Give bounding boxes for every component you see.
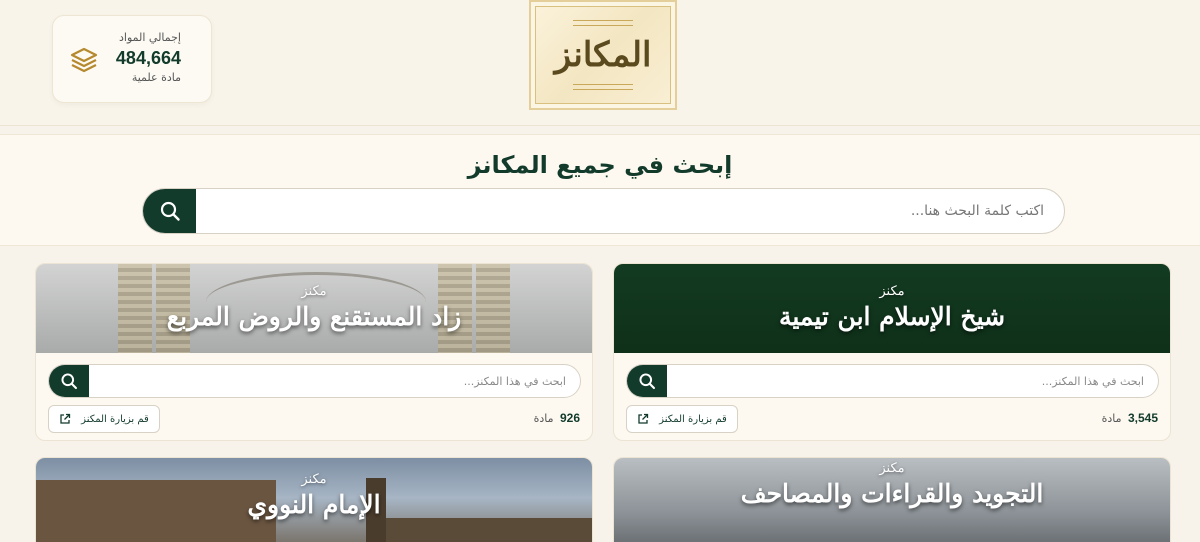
card-banner[interactable]: مكنز الإمام النووي bbox=[36, 458, 592, 542]
item-count: 3,545 مادة bbox=[1102, 411, 1158, 425]
item-count-unit: مادة bbox=[533, 412, 554, 425]
visit-collection-button[interactable]: قم بزيارة المكنز bbox=[626, 405, 738, 433]
item-count-value: 926 bbox=[559, 411, 580, 425]
total-items-card: إجمالي المواد 484,664 مادة علمية bbox=[52, 15, 212, 103]
collection-card-ibn-taymiyya: مكنز شيخ الإسلام ابن تيمية 3,545 مادة قم… bbox=[613, 263, 1171, 441]
external-link-icon bbox=[638, 413, 649, 424]
building-silhouette bbox=[36, 480, 276, 542]
global-search-button[interactable] bbox=[143, 189, 196, 233]
card-title: التجويد والقراءات والمصاحف bbox=[740, 479, 1044, 508]
card-search-button[interactable] bbox=[49, 365, 89, 397]
logo-text: المكانز bbox=[554, 35, 652, 75]
search-title: إبحث في جميع المكانز bbox=[467, 151, 733, 179]
visit-label: قم بزيارة المكنز bbox=[659, 413, 727, 425]
collection-card-imam-nawawi: مكنز الإمام النووي bbox=[35, 457, 593, 542]
search-icon bbox=[61, 373, 78, 390]
logo-ornament-top bbox=[573, 20, 633, 26]
card-footer: 3,545 مادة قم بزيارة المكنز bbox=[626, 405, 1158, 433]
decorative-pillar bbox=[476, 264, 510, 353]
search-icon bbox=[160, 201, 180, 221]
collection-card-tajweed: مكنز التجويد والقراءات والمصاحف bbox=[613, 457, 1171, 542]
stats-label: إجمالي المواد bbox=[119, 31, 181, 44]
card-footer: 926 مادة قم بزيارة المكنز bbox=[48, 405, 580, 433]
card-search-button[interactable] bbox=[627, 365, 667, 397]
card-search-bar bbox=[48, 364, 581, 398]
card-search-input[interactable] bbox=[90, 365, 580, 397]
card-search-bar bbox=[626, 364, 1159, 398]
card-banner[interactable]: مكنز زاد المستقنع والروض المربع bbox=[36, 264, 592, 353]
card-subtitle: مكنز bbox=[879, 461, 905, 476]
layers-icon bbox=[70, 47, 98, 73]
visit-label: قم بزيارة المكنز bbox=[81, 413, 149, 425]
stats-text: إجمالي المواد 484,664 مادة علمية bbox=[116, 30, 181, 86]
card-title: زاد المستقنع والروض المربع bbox=[166, 301, 462, 331]
card-subtitle: مكنز bbox=[301, 283, 327, 299]
card-search-input[interactable] bbox=[668, 365, 1158, 397]
decorative-pillar bbox=[118, 264, 152, 353]
global-search-bar bbox=[142, 188, 1065, 234]
global-search-input[interactable] bbox=[194, 189, 1064, 233]
item-count-value: 3,545 bbox=[1127, 411, 1158, 425]
visit-collection-button[interactable]: قم بزيارة المكنز bbox=[48, 405, 160, 433]
item-count: 926 مادة bbox=[534, 411, 580, 425]
global-search-section: إبحث في جميع المكانز bbox=[0, 134, 1200, 246]
stats-value: 484,664 bbox=[115, 48, 181, 68]
card-title: الإمام النووي bbox=[247, 490, 381, 519]
card-title: شيخ الإسلام ابن تيمية bbox=[778, 301, 1006, 331]
search-icon bbox=[639, 373, 656, 390]
site-logo[interactable]: المكانز bbox=[529, 0, 677, 110]
building-silhouette bbox=[386, 518, 592, 542]
card-banner[interactable]: مكنز شيخ الإسلام ابن تيمية bbox=[614, 264, 1170, 353]
card-banner[interactable]: مكنز التجويد والقراءات والمصاحف bbox=[614, 458, 1170, 542]
logo-ornament-bottom bbox=[573, 84, 633, 90]
card-subtitle: مكنز bbox=[879, 283, 905, 299]
external-link-icon bbox=[60, 413, 71, 424]
stats-unit: مادة علمية bbox=[131, 71, 181, 84]
item-count-unit: مادة bbox=[1101, 412, 1122, 425]
site-header: المكانز إجمالي المواد 484,664 مادة علمية bbox=[0, 0, 1200, 126]
card-subtitle: مكنز bbox=[301, 472, 327, 487]
collection-card-zad-almustaqni: مكنز زاد المستقنع والروض المربع 926 مادة… bbox=[35, 263, 593, 441]
